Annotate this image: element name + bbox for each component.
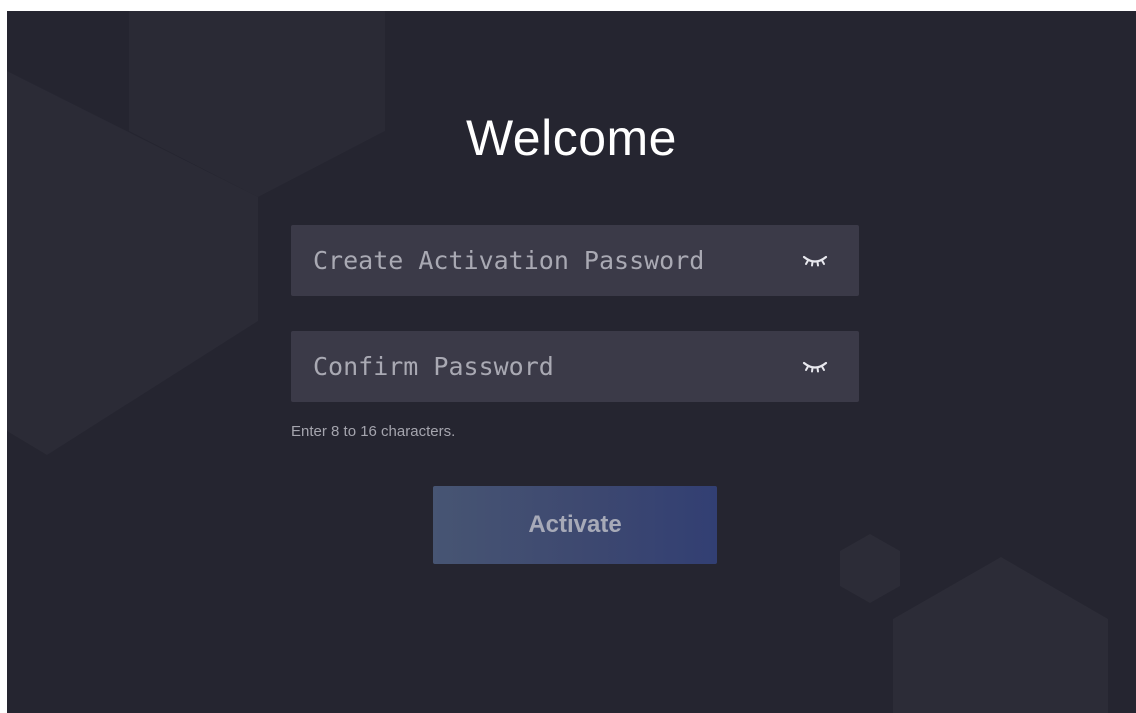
- confirm-password-input[interactable]: [291, 331, 791, 402]
- hexagon-bottom-right: [893, 557, 1108, 713]
- confirm-password-field[interactable]: [291, 331, 859, 402]
- eye-closed-icon[interactable]: [801, 353, 829, 381]
- password-length-hint: Enter 8 to 16 characters.: [291, 423, 456, 440]
- eye-closed-icon[interactable]: [801, 247, 829, 275]
- activation-screen: Welcome Enter 8 to 16 characters. Activa…: [7, 11, 1136, 713]
- hexagon-small-right: [840, 534, 900, 603]
- create-password-field[interactable]: [291, 225, 859, 296]
- welcome-title: Welcome: [466, 110, 677, 166]
- activate-button[interactable]: Activate: [433, 486, 717, 564]
- create-password-input[interactable]: [291, 225, 791, 296]
